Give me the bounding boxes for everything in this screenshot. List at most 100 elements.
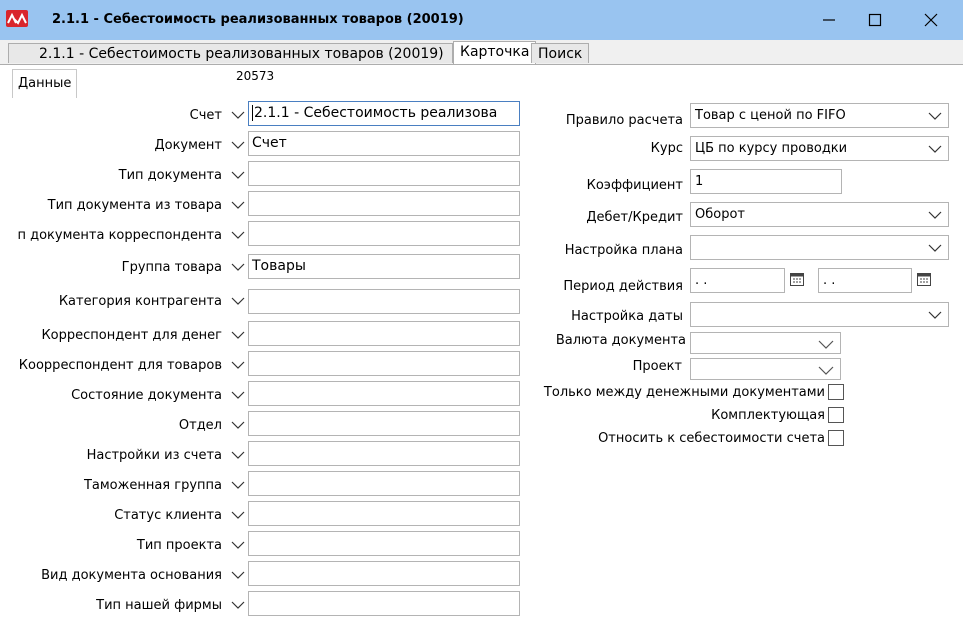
chevron-down-icon[interactable] [230, 600, 246, 610]
money-correspondent-input[interactable] [248, 321, 520, 346]
rule-label: Правило расчета [565, 113, 683, 128]
only-money-docs-checkbox[interactable] [828, 384, 844, 400]
currency-label: Валюта документа [555, 333, 686, 348]
debit-credit-label: Дебет/Кредит [586, 210, 683, 225]
calendar-icon[interactable] [790, 272, 804, 286]
rate-label: Курс [650, 141, 683, 156]
money-correspondent-label: Корреспондент для денег [41, 328, 222, 343]
chevron-down-icon[interactable] [230, 360, 246, 370]
goods-group-label: Группа товара [121, 260, 222, 275]
chevron-down-icon [928, 112, 942, 120]
counterparty-category-label: Категория контрагента [58, 294, 222, 309]
document-input[interactable]: Счет [248, 131, 520, 156]
record-code: 20573 [236, 69, 275, 83]
cost-of-account-checkbox[interactable] [828, 430, 844, 446]
doc-type-label: Тип документа [118, 168, 222, 183]
chevron-down-icon [928, 244, 942, 252]
project-select[interactable] [690, 358, 841, 380]
calendar-icon[interactable] [917, 272, 931, 286]
chevron-down-icon[interactable] [230, 390, 246, 400]
base-doc-kind-input[interactable] [248, 561, 520, 586]
doc-type-from-goods-input[interactable] [248, 191, 520, 216]
chevron-down-icon [818, 340, 834, 349]
coef-input[interactable]: 1 [690, 169, 842, 194]
counterparty-category-input[interactable] [248, 289, 520, 314]
base-doc-kind-label: Вид документа основания [41, 568, 222, 583]
component-label: Комплектующая [711, 408, 825, 423]
client-status-label: Статус клиента [114, 508, 222, 523]
tab-search[interactable]: Поиск [531, 43, 590, 63]
debit-credit-value: Оборот [695, 207, 745, 222]
minimize-button[interactable] [806, 6, 852, 34]
chevron-down-icon[interactable] [230, 450, 246, 460]
rule-value: Товар с ценой по FIFO [695, 108, 846, 123]
project-type-label: Тип проекта [136, 538, 222, 553]
tab-bar: 2.1.1 - Себестоимость реализованных това… [0, 40, 963, 64]
chevron-down-icon[interactable] [230, 140, 246, 150]
rate-value: ЦБ по курсу проводки [695, 141, 848, 156]
period-to-input[interactable]: . . [818, 268, 912, 293]
document-state-input[interactable] [248, 381, 520, 406]
account-settings-label: Настройки из счета [86, 448, 222, 463]
window-title: 2.1.1 - Себестоимость реализованных това… [52, 12, 464, 27]
rule-select[interactable]: Товар с ценой по FIFO [690, 103, 949, 128]
customs-group-input[interactable] [248, 471, 520, 496]
our-firm-type-input[interactable] [248, 591, 520, 616]
client-status-input[interactable] [248, 501, 520, 526]
period-label: Период действия [563, 279, 683, 294]
chevron-down-icon[interactable] [230, 330, 246, 340]
account-value: 2.1.1 - Себестоимость реализова [254, 105, 498, 121]
document-label: Документ [154, 138, 222, 153]
account-label: Счет [189, 108, 222, 123]
tab-list[interactable]: 2.1.1 - Себестоимость реализованных това… [8, 43, 453, 63]
document-state-label: Состояние документа [71, 388, 222, 403]
text-cursor [252, 105, 253, 121]
date-settings-select[interactable] [690, 302, 949, 327]
plan-settings-label: Настройка плана [564, 243, 683, 258]
goods-correspondent-label: Коорреспондент для товаров [18, 358, 222, 373]
cost-of-account-label: Относить к себестоимости счета [598, 431, 825, 446]
chevron-down-icon[interactable] [230, 230, 246, 240]
customs-group-label: Таможенная группа [83, 478, 222, 493]
chevron-down-icon[interactable] [230, 110, 246, 120]
plan-settings-select[interactable] [690, 235, 949, 260]
component-checkbox[interactable] [828, 407, 844, 423]
corr-doc-type-input[interactable] [248, 221, 520, 246]
chevron-down-icon[interactable] [230, 296, 246, 306]
project-type-input[interactable] [248, 531, 520, 556]
rate-select[interactable]: ЦБ по курсу проводки [690, 136, 949, 161]
doc-type-input[interactable] [248, 161, 520, 186]
tab-data[interactable]: Данные [12, 69, 78, 98]
chevron-down-icon[interactable] [230, 540, 246, 550]
chevron-down-icon[interactable] [230, 170, 246, 180]
project-label: Проект [632, 359, 682, 374]
department-input[interactable] [248, 411, 520, 436]
card-panel: Данные 20573 Счет Документ Тип документа… [0, 64, 963, 639]
period-from-input[interactable]: . . [690, 268, 785, 293]
close-button[interactable] [908, 6, 954, 34]
maximize-button[interactable] [852, 6, 898, 34]
chevron-down-icon [818, 366, 834, 375]
account-input[interactable]: 2.1.1 - Себестоимость реализова [248, 101, 520, 126]
chevron-down-icon[interactable] [230, 262, 246, 272]
chevron-down-icon [928, 311, 942, 319]
chevron-down-icon[interactable] [230, 480, 246, 490]
chevron-down-icon [928, 145, 942, 153]
corr-doc-type-label: Тип документа корреспондента [18, 228, 222, 243]
account-settings-input[interactable] [248, 441, 520, 466]
chevron-down-icon[interactable] [230, 510, 246, 520]
goods-correspondent-input[interactable] [248, 351, 520, 376]
chevron-down-icon[interactable] [230, 200, 246, 210]
goods-group-input[interactable]: Товары [248, 254, 520, 279]
chevron-down-icon[interactable] [230, 570, 246, 580]
debit-credit-select[interactable]: Оборот [690, 202, 949, 227]
chevron-down-icon[interactable] [230, 420, 246, 430]
date-settings-label: Настройка даты [571, 309, 683, 324]
currency-select[interactable] [690, 332, 841, 354]
doc-type-from-goods-label: Тип документа из товара [47, 198, 222, 213]
title-bar: 2.1.1 - Себестоимость реализованных това… [0, 0, 963, 40]
app-logo-icon [6, 10, 28, 27]
our-firm-type-label: Тип нашей фирмы [96, 598, 222, 613]
chevron-down-icon [928, 211, 942, 219]
tab-card[interactable]: Карточка [453, 41, 537, 64]
